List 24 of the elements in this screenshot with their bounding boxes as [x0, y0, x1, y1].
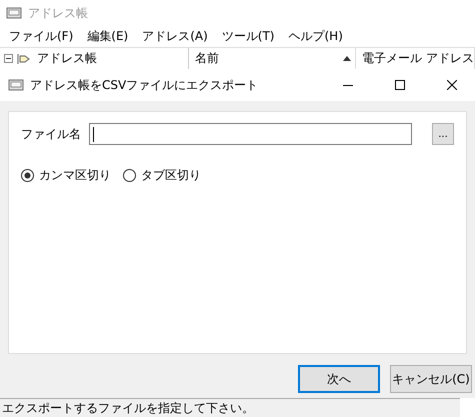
maximize-icon[interactable] [395, 80, 405, 90]
dialog-button[interactable]: 次へ [298, 365, 380, 393]
window-title: アドレス帳 [28, 4, 88, 22]
status-bar: エクスポートするファイルを指定して下さい。 [0, 398, 460, 417]
menu-item[interactable]: 編集(E) [80, 28, 136, 45]
menu-item[interactable]: ファイル(F) [2, 28, 80, 45]
menu-item[interactable]: ヘルプ(H) [282, 28, 350, 45]
menu-item[interactable]: ツール(T) [214, 28, 282, 45]
tree-item[interactable]: アドレス帳 [37, 50, 97, 67]
dialog-title: アドレス帳をCSVファイルにエクスポート [30, 76, 260, 94]
app-icon [6, 6, 22, 20]
radio-button[interactable] [21, 169, 34, 182]
radio-button[interactable] [123, 169, 136, 182]
file-name-field[interactable] [89, 123, 412, 145]
field-label: ファイル名 [21, 126, 81, 142]
menu-item[interactable]: アドレス(A) [135, 28, 215, 45]
minimize-icon[interactable] [343, 84, 353, 86]
collapse-icon[interactable] [4, 54, 13, 63]
close-icon[interactable] [447, 80, 457, 90]
dialog-icon [8, 78, 24, 92]
radio-label[interactable]: カンマ区切り [39, 167, 111, 184]
dialog-button[interactable]: キャンセル(C) [390, 365, 472, 393]
browse-button[interactable]: ... [432, 123, 454, 145]
radio-label[interactable]: タブ区切り [141, 167, 201, 184]
